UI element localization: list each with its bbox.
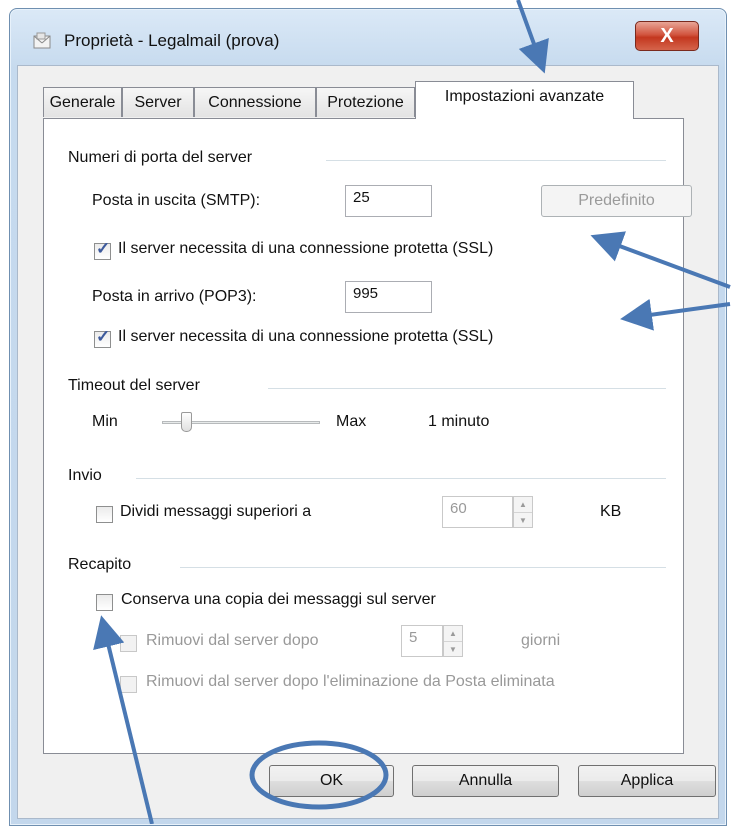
cancel-button[interactable]: Annulla bbox=[412, 765, 559, 797]
split-size-unit: KB bbox=[600, 503, 622, 520]
remove-deleted-label: Rimuovi dal server dopo l'eliminazione d… bbox=[146, 673, 555, 690]
timeout-value: 1 minuto bbox=[428, 413, 490, 430]
spin-up-icon[interactable]: ▲ bbox=[444, 626, 462, 642]
tab-server[interactable]: Server bbox=[122, 87, 194, 117]
keep-copy-label: Conserva una copia dei messaggi sul serv… bbox=[121, 591, 436, 608]
remove-after-label: Rimuovi dal server dopo bbox=[146, 632, 319, 649]
pop3-ssl-label: Il server necessita di una connessione p… bbox=[118, 328, 494, 345]
default-button[interactable]: Predefinito bbox=[541, 185, 692, 217]
pop3-ssl-checkbox[interactable] bbox=[94, 327, 111, 348]
window-title: Proprietà - Legalmail (prova) bbox=[64, 31, 280, 50]
ok-button[interactable]: OK bbox=[269, 765, 394, 797]
remove-deleted-checkbox[interactable] bbox=[120, 676, 137, 693]
split-messages-checkbox[interactable] bbox=[96, 506, 113, 523]
spin-down-icon[interactable]: ▼ bbox=[514, 513, 532, 528]
tab-protezione[interactable]: Protezione bbox=[316, 87, 415, 117]
ports-group-divider bbox=[326, 160, 666, 161]
timeout-slider[interactable] bbox=[162, 412, 320, 434]
title-bar[interactable]: Proprietà - Legalmail (prova) X bbox=[10, 9, 726, 65]
dialog-client-area: Generale Server Connessione Protezione I… bbox=[17, 65, 719, 819]
timeout-group-label: Timeout del server bbox=[68, 377, 200, 394]
delivery-group-divider bbox=[180, 567, 666, 568]
spin-down-icon[interactable]: ▼ bbox=[444, 642, 462, 657]
timeout-min-label: Min bbox=[92, 413, 118, 430]
tab-connessione[interactable]: Connessione bbox=[194, 87, 316, 117]
properties-dialog: Proprietà - Legalmail (prova) X Generale… bbox=[9, 8, 727, 826]
remove-after-checkbox[interactable] bbox=[120, 635, 137, 652]
split-size-input[interactable]: 60 bbox=[442, 496, 513, 528]
spin-up-icon[interactable]: ▲ bbox=[514, 497, 532, 513]
timeout-group-divider bbox=[268, 388, 666, 389]
apply-button[interactable]: Applica bbox=[578, 765, 716, 797]
tab-impostazioni-avanzate[interactable]: Impostazioni avanzate bbox=[415, 81, 634, 119]
smtp-port-input[interactable]: 25 bbox=[345, 185, 432, 217]
tab-generale[interactable]: Generale bbox=[43, 87, 122, 117]
keep-copy-checkbox[interactable] bbox=[96, 594, 113, 611]
timeout-max-label: Max bbox=[336, 413, 367, 430]
slider-thumb[interactable] bbox=[181, 412, 192, 432]
smtp-ssl-label: Il server necessita di una connessione p… bbox=[118, 240, 494, 257]
mail-account-icon bbox=[33, 32, 51, 49]
smtp-ssl-checkbox[interactable] bbox=[94, 239, 111, 260]
split-messages-label: Dividi messaggi superiori a bbox=[120, 503, 312, 520]
sending-group-label: Invio bbox=[68, 467, 102, 484]
advanced-settings-panel: Numeri di porta del server Posta in usci… bbox=[43, 118, 692, 754]
delivery-group-label: Recapito bbox=[68, 556, 132, 573]
remove-after-unit: giorni bbox=[521, 632, 561, 649]
close-button[interactable]: X bbox=[635, 21, 699, 51]
ports-group-label: Numeri di porta del server bbox=[68, 149, 253, 166]
remove-after-days-input[interactable]: 5 bbox=[401, 625, 443, 657]
remove-after-spinner[interactable]: ▲ ▼ bbox=[443, 625, 463, 657]
pop3-port-input[interactable]: 995 bbox=[345, 281, 432, 313]
pop3-label: Posta in arrivo (POP3): bbox=[92, 288, 257, 305]
split-size-spinner[interactable]: ▲ ▼ bbox=[513, 496, 533, 528]
sending-group-divider bbox=[136, 478, 666, 479]
smtp-label: Posta in uscita (SMTP): bbox=[92, 192, 261, 209]
